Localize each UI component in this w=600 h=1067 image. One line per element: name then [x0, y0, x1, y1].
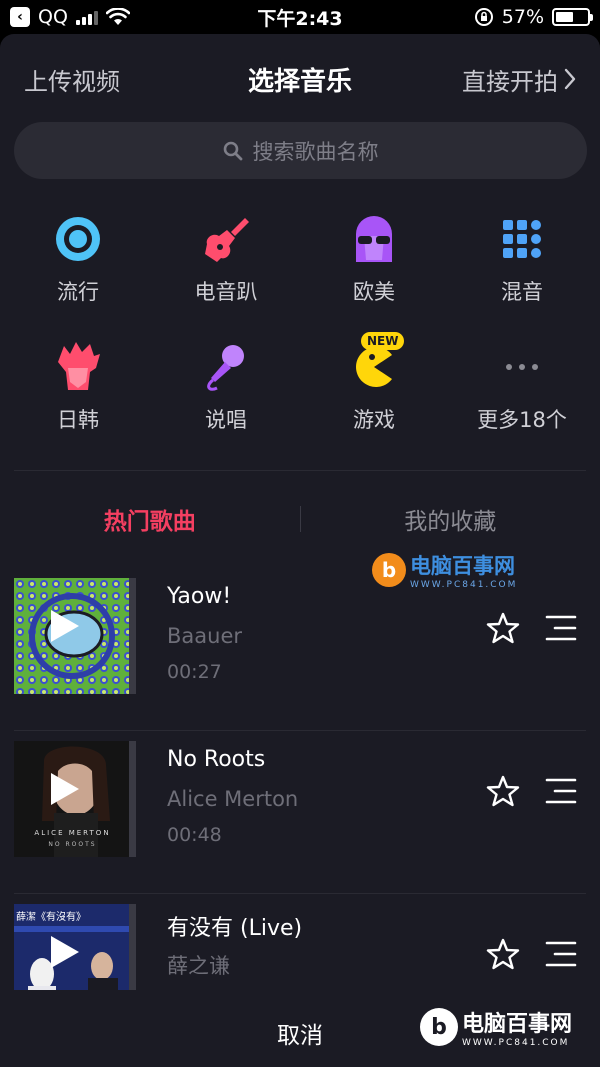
play-icon[interactable] [43, 932, 83, 972]
upload-video-button[interactable]: 上传视频 [24, 62, 120, 97]
playlist-menu-icon[interactable] [545, 777, 577, 805]
spiky-hair-icon [53, 342, 103, 392]
category-more[interactable]: 更多18个 [448, 342, 596, 440]
song-duration: 00:27 [167, 661, 222, 683]
pacman-icon: NEW [349, 332, 405, 392]
play-icon[interactable] [43, 769, 83, 809]
shoot-directly-label: 直接开拍 [462, 67, 558, 96]
category-edm[interactable]: 电音趴 [152, 214, 300, 312]
status-bar: ‹ QQ 下午2:43 57% [0, 0, 600, 34]
sheet-header: 上传视频 选择音乐 直接开拍 [0, 34, 600, 124]
song-row[interactable]: ALICE MERTON NO ROOTS No Roots Alice Mer… [0, 731, 600, 894]
shoot-directly-button[interactable]: 直接开拍 [462, 62, 576, 97]
music-picker-sheet: 上传视频 选择音乐 直接开拍 搜索歌曲名称 流行 电音趴 欧美 混音 日韩 说唱… [0, 34, 600, 1067]
watermark-bottom: b 电脑百事网 WWW.PC841.COM [420, 1006, 572, 1048]
song-title: No Roots [167, 747, 266, 772]
category-label: 电音趴 [194, 280, 258, 304]
cover-record-edge [129, 741, 136, 857]
category-label: 游戏 [353, 408, 395, 432]
cover-artist-text: ALICE MERTON [34, 829, 111, 837]
category-jpkr[interactable]: 日韩 [4, 342, 152, 440]
category-remix[interactable]: 混音 [448, 214, 596, 312]
search-icon [223, 141, 242, 160]
category-pop[interactable]: 流行 [4, 214, 152, 312]
play-icon[interactable] [43, 606, 83, 646]
more-dots-icon [497, 342, 547, 392]
song-artist: Alice Merton [167, 787, 299, 811]
search-input[interactable]: 搜索歌曲名称 [14, 122, 587, 179]
playlist-menu-icon[interactable] [545, 614, 577, 642]
song-title: Yaow! [167, 584, 232, 609]
category-grid: 流行 电音趴 欧美 混音 日韩 说唱 NEW 游戏 更多18个 [0, 214, 600, 440]
new-badge: NEW [361, 332, 405, 350]
microphone-icon [201, 342, 251, 392]
sunglasses-person-icon [349, 214, 399, 264]
grid-dots-icon [497, 214, 547, 264]
playlist-menu-icon[interactable] [545, 940, 577, 968]
cover-title-text: 薛潔《有沒有》 [16, 912, 86, 923]
category-label: 更多18个 [477, 408, 567, 432]
cancel-button[interactable]: 取消 [277, 1016, 323, 1050]
category-label: 流行 [57, 280, 99, 304]
category-game[interactable]: NEW 游戏 [300, 332, 448, 440]
section-divider [14, 470, 586, 471]
category-label: 日韩 [57, 408, 99, 432]
battery-fill [556, 12, 574, 22]
search-placeholder: 搜索歌曲名称 [252, 139, 379, 164]
song-title: 有没有 (Live) [167, 916, 303, 941]
song-artist: 薛之谦 [167, 954, 230, 978]
category-rap[interactable]: 说唱 [152, 342, 300, 440]
vinyl-icon [53, 214, 103, 264]
electric-guitar-icon [201, 214, 251, 264]
chevron-right-icon [564, 68, 576, 90]
category-western[interactable]: 欧美 [300, 214, 448, 312]
cover-album-text: NO ROOTS [48, 841, 97, 848]
category-label: 欧美 [353, 280, 395, 304]
battery-icon [552, 8, 593, 26]
watermark-url: WWW.PC841.COM [462, 1038, 570, 1048]
cover-record-edge [129, 578, 136, 694]
song-tabs: 热门歌曲 我的收藏 [0, 489, 600, 549]
watermark-text: 电脑百事网 WWW.PC841.COM [462, 1006, 572, 1048]
category-label: 说唱 [205, 408, 247, 432]
watermark-title: 电脑百事网 [462, 1012, 573, 1037]
tab-my-favorites[interactable]: 我的收藏 [301, 502, 600, 536]
favorite-star-icon[interactable] [486, 937, 520, 971]
category-label: 混音 [501, 280, 543, 304]
song-row[interactable]: Yaow! Baauer 00:27 [0, 568, 600, 731]
status-time: 下午2:43 [257, 7, 343, 30]
watermark-logo-icon: b [420, 1008, 458, 1046]
song-artist: Baauer [167, 624, 243, 648]
tab-hot-songs[interactable]: 热门歌曲 [0, 502, 300, 536]
favorite-star-icon[interactable] [486, 611, 520, 645]
favorite-star-icon[interactable] [486, 774, 520, 808]
song-duration: 00:48 [167, 824, 222, 846]
